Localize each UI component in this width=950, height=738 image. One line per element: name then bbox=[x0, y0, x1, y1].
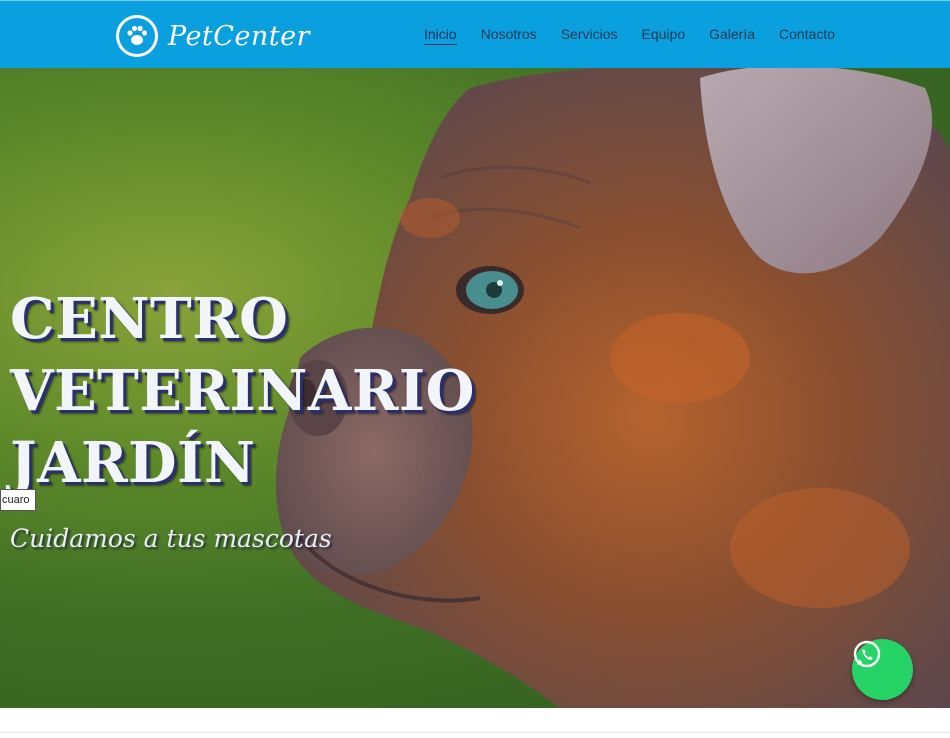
nav-item-inicio[interactable]: Inicio bbox=[424, 25, 457, 45]
nav-item-nosotros[interactable]: Nosotros bbox=[481, 25, 537, 45]
nav-item-galeria[interactable]: Galería bbox=[709, 25, 755, 45]
hero-title-line-2: VETERINARIO bbox=[10, 358, 475, 424]
nav-item-contacto[interactable]: Contacto bbox=[779, 25, 835, 45]
page-bottom bbox=[0, 708, 950, 738]
nav-item-servicios[interactable]: Servicios bbox=[561, 25, 618, 45]
main-nav: Inicio Nosotros Servicios Equipo Galería… bbox=[424, 25, 859, 45]
whatsapp-icon bbox=[853, 640, 881, 668]
navbar: PetCenter Inicio Nosotros Servicios Equi… bbox=[0, 0, 950, 68]
divider bbox=[0, 732, 950, 733]
hero-subtitle: Cuidamos a tus mascotas bbox=[10, 524, 332, 553]
tooltip: cuaro bbox=[0, 489, 36, 511]
paw-icon bbox=[116, 15, 158, 57]
hero-title: CENTRO VETERINARIO JARDÍN bbox=[10, 283, 475, 499]
hero-title-line-1: CENTRO bbox=[10, 286, 289, 352]
hero-section: CENTRO VETERINARIO JARDÍN Cuidamos a tus… bbox=[0, 68, 950, 708]
brand-name: PetCenter bbox=[168, 20, 311, 52]
whatsapp-button[interactable] bbox=[852, 639, 913, 700]
nav-item-equipo[interactable]: Equipo bbox=[642, 25, 686, 45]
hero-title-line-3: JARDÍN bbox=[10, 430, 256, 496]
brand[interactable]: PetCenter bbox=[116, 14, 310, 58]
